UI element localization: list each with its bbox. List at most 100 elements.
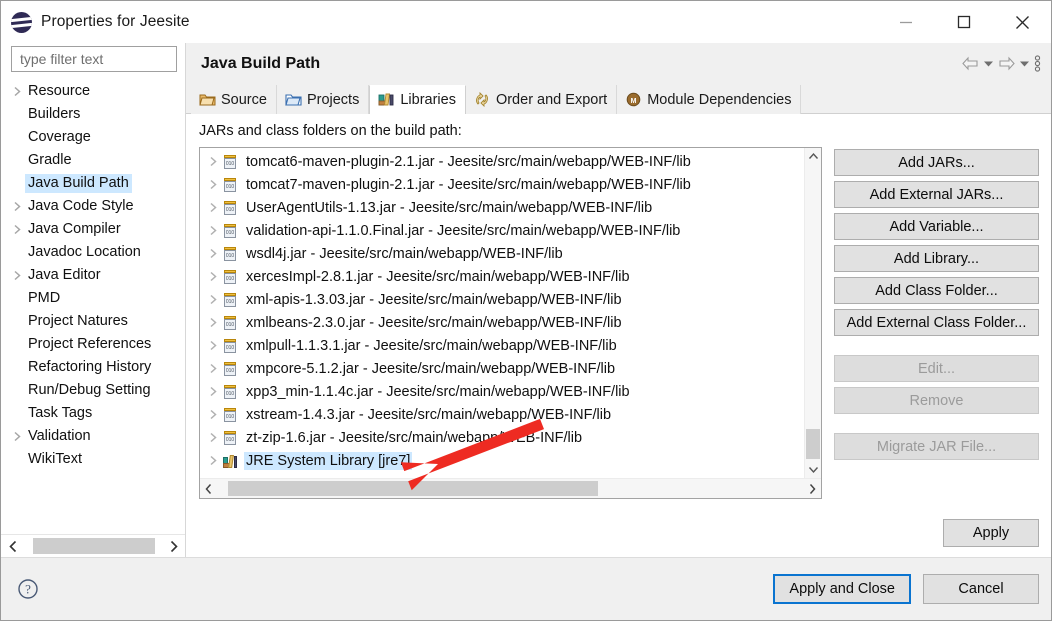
build-path-tabs[interactable]: Source Projects Libraries Order and Export M…	[186, 84, 1051, 114]
scroll-left-icon[interactable]	[200, 479, 218, 498]
tab-libraries[interactable]: Libraries	[369, 85, 466, 114]
scroll-thumb[interactable]	[33, 538, 155, 554]
sidebar-item-wikitext[interactable]: WikiText	[1, 448, 185, 471]
sidebar-item-project-natures[interactable]: Project Natures	[1, 310, 185, 333]
chevron-right-icon[interactable]	[204, 179, 222, 190]
minimize-button[interactable]	[877, 1, 935, 43]
scroll-thumb[interactable]	[806, 429, 820, 459]
add-jars-button[interactable]: Add JARs...	[834, 149, 1039, 176]
add-variable-button[interactable]: Add Variable...	[834, 213, 1039, 240]
scroll-down-icon[interactable]	[805, 461, 821, 478]
help-question-icon[interactable]: ?	[17, 578, 39, 600]
scroll-track[interactable]	[805, 165, 821, 461]
sidebar-item-label: Gradle	[28, 152, 72, 168]
add-external-class-folder-button[interactable]: Add External Class Folder...	[834, 309, 1039, 336]
scroll-left-icon[interactable]	[1, 535, 25, 557]
jar-list-item[interactable]: 010 xpp3_min-1.1.4c.jar - Jeesite/src/mai…	[200, 380, 804, 403]
jar-list-item-label: xstream-1.4.3.jar - Jeesite/src/main/web…	[246, 406, 612, 423]
sidebar-item-validation[interactable]: Validation	[1, 425, 185, 448]
sidebar-item-task-tags[interactable]: Task Tags	[1, 402, 185, 425]
jar-list-item[interactable]: 010 tomcat6-maven-plugin-2.1.jar - Jeesit…	[200, 150, 804, 173]
chevron-right-icon[interactable]	[204, 156, 222, 167]
chevron-right-icon[interactable]	[204, 225, 222, 236]
chevron-right-icon[interactable]	[9, 270, 25, 281]
jar-list-vertical-scrollbar[interactable]	[804, 148, 821, 478]
sidebar-item-gradle[interactable]: Gradle	[1, 149, 185, 172]
jar-list-item[interactable]: 010 validation-api-1.1.0.Final.jar - Jees…	[200, 219, 804, 242]
jar-list-item[interactable]: 010 UserAgentUtils-1.13.jar - Jeesite/src…	[200, 196, 804, 219]
add-library-button[interactable]: Add Library...	[834, 245, 1039, 272]
tree-horizontal-scrollbar[interactable]	[1, 534, 185, 557]
scroll-track[interactable]	[25, 535, 161, 557]
back-arrow-icon[interactable]	[962, 56, 979, 71]
tab-module-dependencies[interactable]: M Module Dependencies	[617, 85, 802, 114]
tab-projects[interactable]: Projects	[276, 85, 370, 114]
cancel-button[interactable]: Cancel	[923, 574, 1039, 604]
scroll-track[interactable]	[218, 479, 803, 498]
sidebar-item-coverage[interactable]: Coverage	[1, 126, 185, 149]
forward-dropdown-chevron-down-icon[interactable]	[1019, 58, 1030, 69]
chevron-right-icon[interactable]	[204, 340, 222, 351]
jar-list-item[interactable]: 010 xstream-1.4.3.jar - Jeesite/src/main/…	[200, 403, 804, 426]
chevron-right-icon[interactable]	[204, 455, 222, 466]
search-input[interactable]	[18, 50, 170, 68]
chevron-right-icon[interactable]	[204, 294, 222, 305]
sidebar-item-project-references[interactable]: Project References	[1, 333, 185, 356]
sidebar-item-java-build-path[interactable]: Java Build Path	[1, 172, 185, 195]
sidebar-item-java-code-style[interactable]: Java Code Style	[1, 195, 185, 218]
jar-list-item[interactable]: 010 tomcat7-maven-plugin-2.1.jar - Jeesit…	[200, 173, 804, 196]
jar-list-horizontal-scrollbar[interactable]	[200, 478, 821, 498]
jar-list-item[interactable]: 010 xmlbeans-2.3.0.jar - Jeesite/src/main…	[200, 311, 804, 334]
sidebar-item-label: Run/Debug Setting	[28, 382, 151, 398]
chevron-right-icon[interactable]	[9, 431, 25, 442]
add-external-jars-button[interactable]: Add External JARs...	[834, 181, 1039, 208]
chevron-right-icon[interactable]	[204, 363, 222, 374]
scroll-right-icon[interactable]	[161, 535, 185, 557]
settings-tree[interactable]: Resource Builders Coverage Gradle Java Build…	[1, 78, 185, 534]
close-button[interactable]	[993, 1, 1051, 43]
jar-icon: 010	[222, 269, 238, 285]
jar-list-item[interactable]: JRE System Library [jre7]	[200, 449, 804, 472]
jar-list-item-label: UserAgentUtils-1.13.jar - Jeesite/src/ma…	[246, 199, 653, 216]
chevron-right-icon[interactable]	[204, 317, 222, 328]
jar-list-item[interactable]: 010 xml-apis-1.3.03.jar - Jeesite/src/mai…	[200, 288, 804, 311]
jar-list[interactable]: 010 tomcat6-maven-plugin-2.1.jar - Jeesit…	[200, 148, 804, 478]
scroll-up-icon[interactable]	[805, 148, 821, 165]
jar-list-item[interactable]: 010 xercesImpl-2.8.1.jar - Jeesite/src/ma…	[200, 265, 804, 288]
apply-button[interactable]: Apply	[943, 519, 1039, 547]
sidebar-item-label: Javadoc Location	[28, 244, 141, 260]
chevron-right-icon[interactable]	[9, 201, 25, 212]
vertical-dots-icon[interactable]	[1034, 55, 1041, 72]
forward-arrow-icon[interactable]	[998, 56, 1015, 71]
sidebar-item-javadoc-location[interactable]: Javadoc Location	[1, 241, 185, 264]
sidebar-item-java-editor[interactable]: Java Editor	[1, 264, 185, 287]
scroll-thumb[interactable]	[228, 481, 598, 496]
chevron-right-icon[interactable]	[204, 386, 222, 397]
sidebar-item-java-compiler[interactable]: Java Compiler	[1, 218, 185, 241]
chevron-right-icon[interactable]	[204, 271, 222, 282]
sidebar-item-pmd[interactable]: PMD	[1, 287, 185, 310]
scroll-right-icon[interactable]	[803, 479, 821, 498]
add-class-folder-button[interactable]: Add Class Folder...	[834, 277, 1039, 304]
chevron-right-icon[interactable]	[204, 202, 222, 213]
back-dropdown-chevron-down-icon[interactable]	[983, 58, 994, 69]
maximize-button[interactable]	[935, 1, 993, 43]
chevron-right-icon[interactable]	[204, 409, 222, 420]
sidebar-item-refactoring-history[interactable]: Refactoring History	[1, 356, 185, 379]
tab-source[interactable]: Source	[191, 85, 277, 114]
chevron-right-icon[interactable]	[204, 432, 222, 443]
sidebar-item-resource[interactable]: Resource	[1, 80, 185, 103]
filter-box[interactable]	[11, 46, 177, 72]
sidebar-item-builders[interactable]: Builders	[1, 103, 185, 126]
tab-order-and-export[interactable]: Order and Export	[465, 85, 618, 114]
sidebar-item-run-debug-setting[interactable]: Run/Debug Setting	[1, 379, 185, 402]
source-folder-icon	[199, 92, 216, 108]
jar-list-item[interactable]: 010 xmpcore-5.1.2.jar - Jeesite/src/main/…	[200, 357, 804, 380]
jar-list-item[interactable]: 010 zt-zip-1.6.jar - Jeesite/src/main/web…	[200, 426, 804, 449]
chevron-right-icon[interactable]	[204, 248, 222, 259]
jar-list-item[interactable]: 010 wsdl4j.jar - Jeesite/src/main/webapp/…	[200, 242, 804, 265]
chevron-right-icon[interactable]	[9, 86, 25, 97]
chevron-right-icon[interactable]	[9, 224, 25, 235]
apply-and-close-button[interactable]: Apply and Close	[773, 574, 911, 604]
jar-list-item[interactable]: 010 xmlpull-1.1.3.1.jar - Jeesite/src/mai…	[200, 334, 804, 357]
